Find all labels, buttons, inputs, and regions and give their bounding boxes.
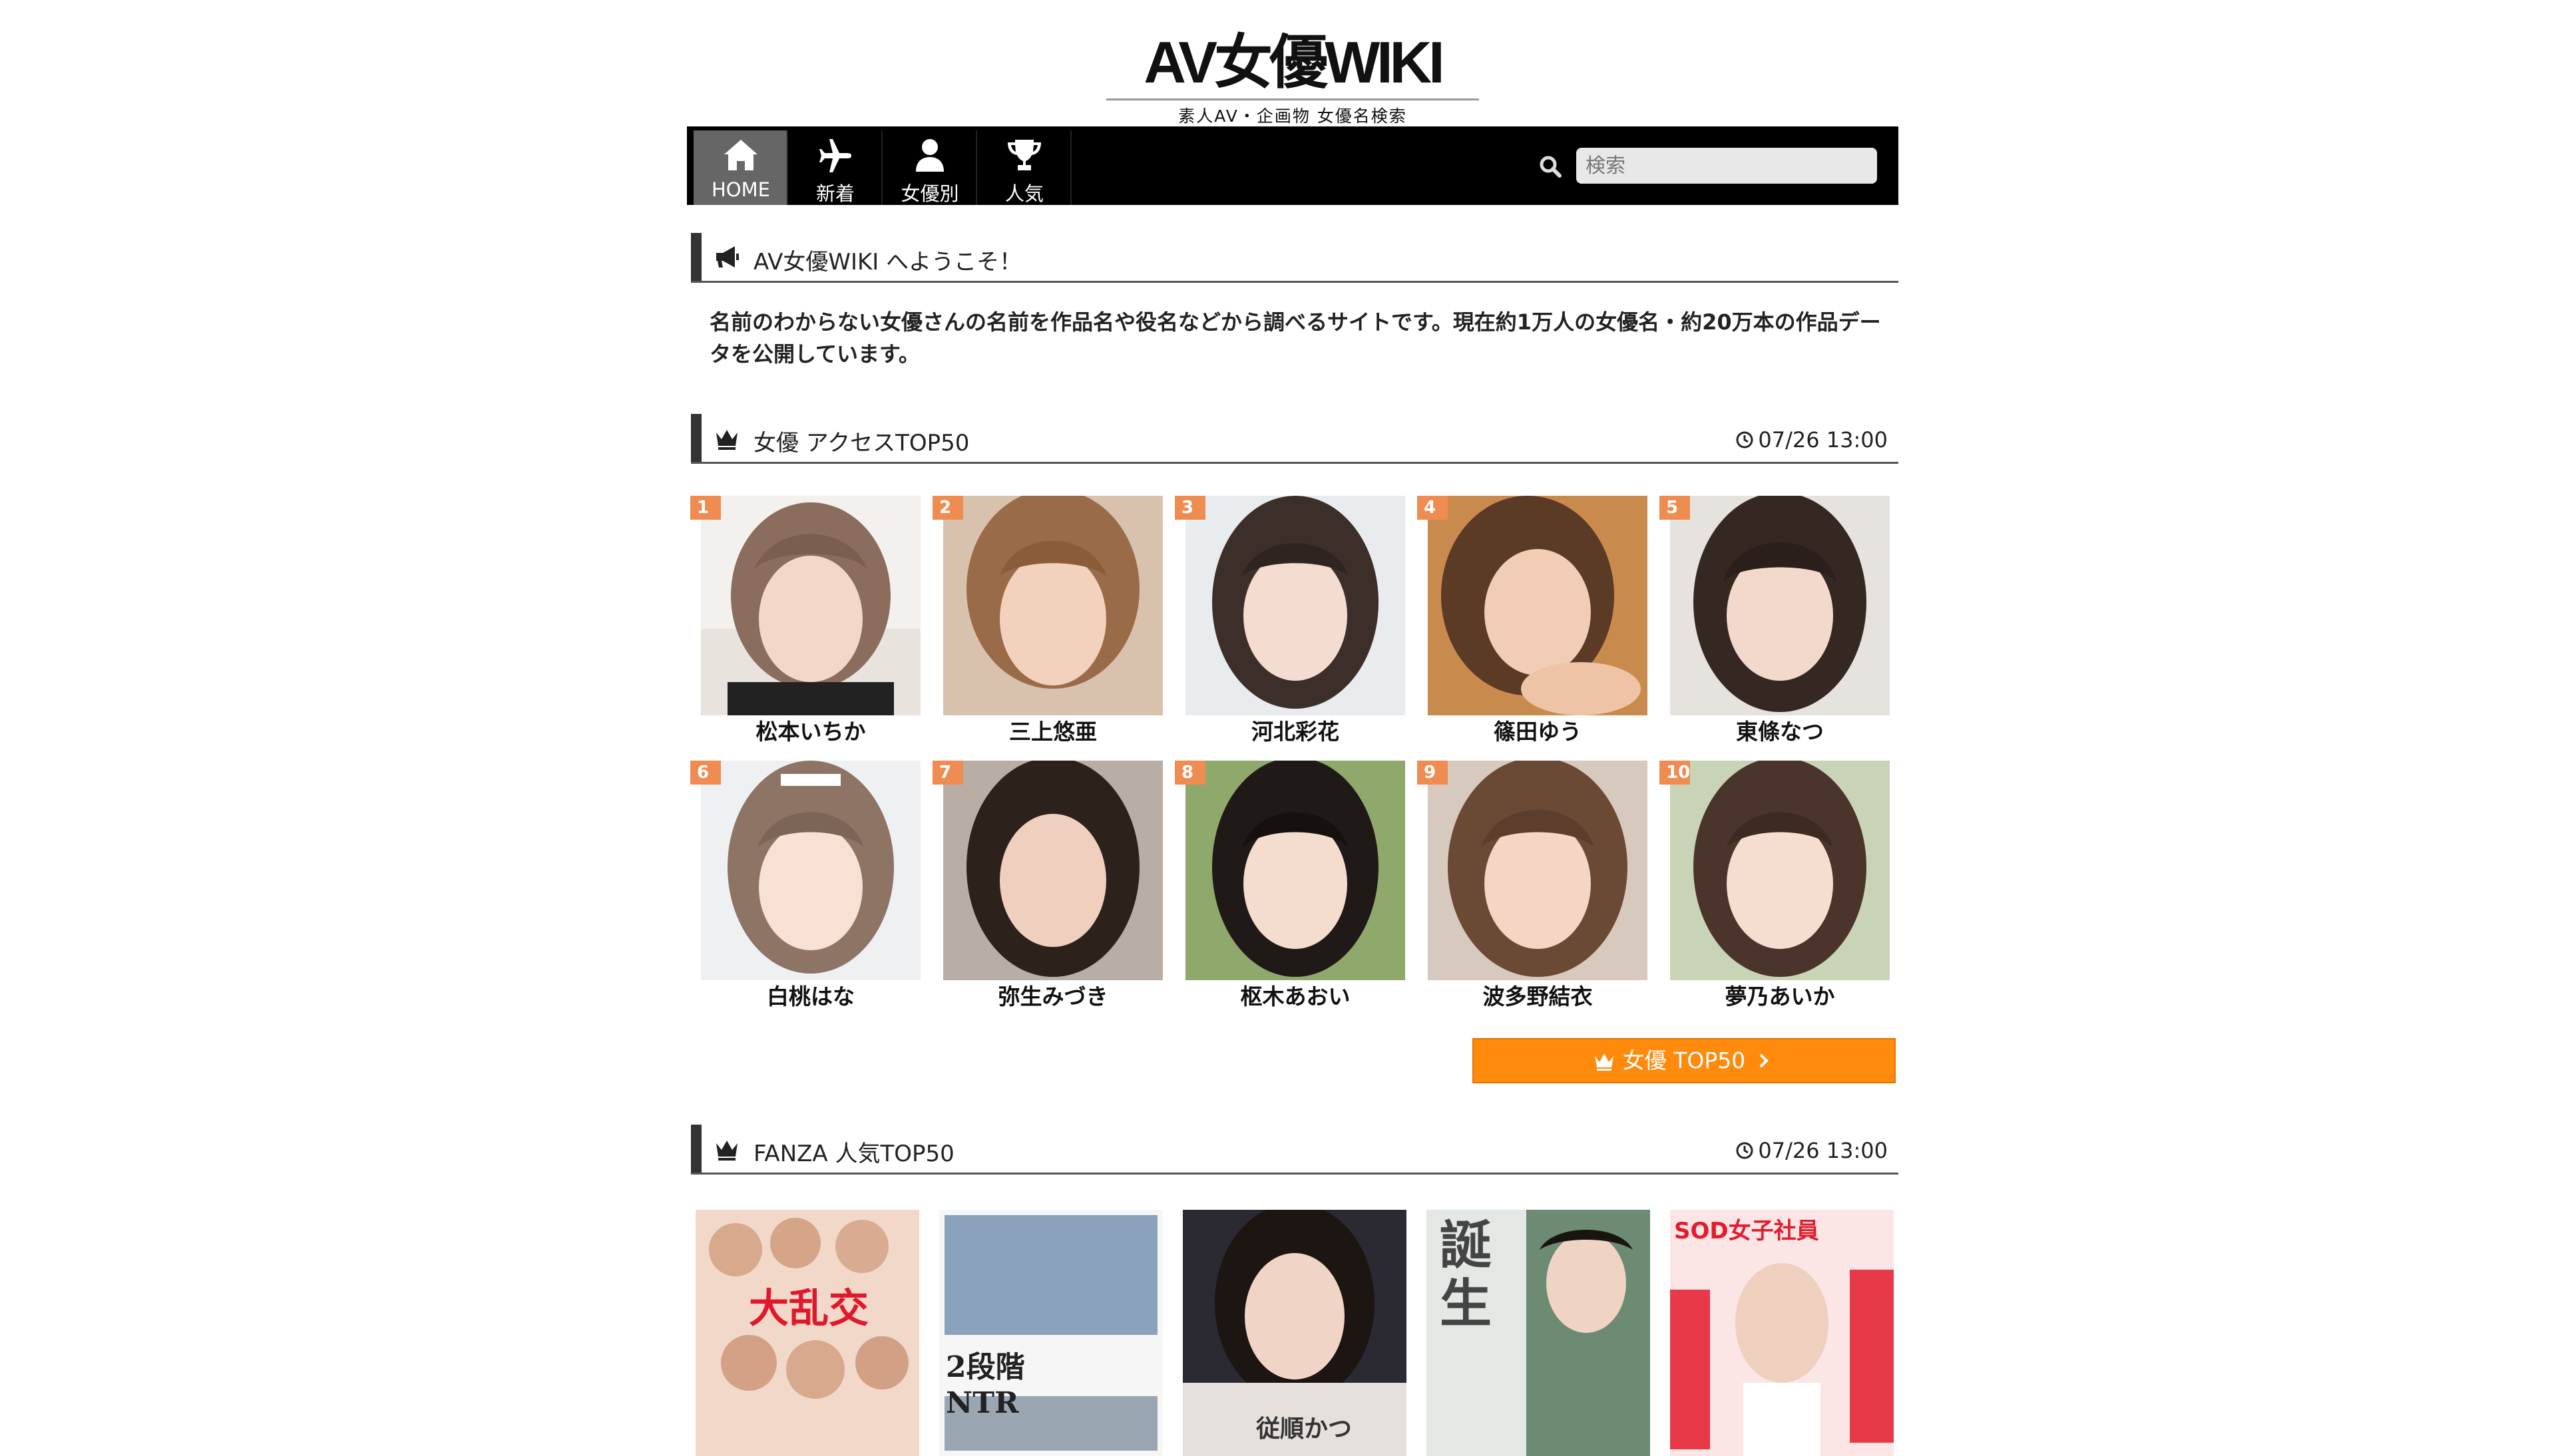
actress-card[interactable]: 6 白桃はな — [690, 761, 922, 1013]
nav-new[interactable]: 新着 — [788, 130, 883, 205]
rank-badge: 6 — [690, 761, 721, 785]
welcome-text: 名前のわからない女優さんの名前を作品名や役名などから調べるサイトです。現在約1万… — [710, 309, 1881, 367]
actress-top50-label: 女優 TOP50 — [1622, 1047, 1746, 1073]
nav-actress-label: 女優別 — [901, 182, 959, 205]
rank-badge: 1 — [690, 496, 721, 520]
logo-subtitle: 素人AV・企画物 女優名検索 — [1178, 106, 1407, 126]
search-icon[interactable] — [1538, 154, 1562, 178]
actress-name[interactable]: 弥生みづき — [943, 980, 1163, 1013]
actress-name[interactable]: 河北彩花 — [1185, 715, 1405, 749]
logo-title: AV女優WIKI — [1144, 29, 1444, 95]
actress-name[interactable]: 夢乃あいか — [1670, 980, 1890, 1013]
rank-badge: 10 — [1659, 761, 1690, 785]
package-title: 従順かつ — [1256, 1415, 1353, 1443]
actress-photo — [701, 761, 921, 980]
nav-popular-label: 人気 — [1004, 182, 1044, 205]
actress-top-title: 女優 アクセスTOP50 — [753, 430, 970, 456]
rank-badge: 5 — [1659, 496, 1690, 520]
home-icon — [724, 140, 757, 170]
site-logo[interactable]: AV女優WIKI 素人AV・企画物 女優名検索 — [1106, 33, 1479, 127]
person-icon — [916, 139, 944, 172]
rank-badge: 4 — [1417, 496, 1448, 520]
actress-name[interactable]: 白桃はな — [701, 980, 921, 1013]
search-input[interactable] — [1576, 148, 1877, 184]
clock-icon — [1736, 1142, 1753, 1159]
package-title: 誕生 — [1440, 1215, 1492, 1334]
welcome-title: AV女優WIKI へようこそ！ — [753, 249, 1022, 275]
crown-icon — [716, 430, 738, 450]
actress-card[interactable]: 1 松本いちか — [690, 496, 922, 749]
chevron-right-icon — [1759, 1053, 1769, 1068]
actress-name[interactable]: 東條なつ — [1670, 715, 1890, 749]
actress-top-heading: 女優 アクセスTOP50 07/26 13:00 — [691, 414, 1898, 464]
actress-name[interactable]: 松本いちか — [701, 715, 921, 749]
nav-actress[interactable]: 女優別 — [883, 130, 977, 205]
actress-photo — [1670, 761, 1890, 980]
package-title: SOD女子社員 — [1674, 1218, 1819, 1244]
actress-photo — [1185, 496, 1405, 715]
nav-popular[interactable]: 人気 — [977, 130, 1072, 205]
actress-name[interactable]: 波多野結衣 — [1428, 980, 1647, 1013]
plane-icon — [819, 139, 851, 172]
megaphone-icon — [716, 246, 739, 268]
actress-top-time: 07/26 13:00 — [1758, 427, 1888, 453]
actress-name[interactable]: 三上悠亜 — [943, 715, 1163, 749]
actress-photo — [701, 496, 921, 715]
package-thumbnail[interactable]: 誕生 — [1426, 1210, 1650, 1456]
package-thumbnail[interactable]: 大乱交 — [696, 1210, 919, 1456]
actress-photo — [943, 496, 1163, 715]
fanza-top-updated: 07/26 13:00 — [1735, 1138, 1888, 1163]
package-thumbnail[interactable]: SOD女子社員 — [1670, 1210, 1894, 1456]
fanza-top-time: 07/26 13:00 — [1758, 1138, 1888, 1163]
actress-top50-button[interactable]: 女優 TOP50 — [1472, 1038, 1896, 1083]
actress-photo — [943, 761, 1163, 980]
actress-card[interactable]: 2 三上悠亜 — [933, 496, 1164, 749]
rank-badge: 2 — [933, 496, 963, 520]
rank-badge: 9 — [1417, 761, 1448, 785]
actress-card[interactable]: 4 篠田ゆう — [1417, 496, 1649, 749]
actress-card[interactable]: 7 弥生みづき — [933, 761, 1164, 1013]
actress-name[interactable]: 篠田ゆう — [1428, 715, 1647, 749]
package-thumbnail[interactable]: 従順かつ — [1183, 1210, 1406, 1456]
nav-home-label: HOME — [712, 178, 770, 201]
actress-card[interactable]: 10 夢乃あいか — [1659, 761, 1891, 1013]
actress-card[interactable]: 9 波多野結衣 — [1417, 761, 1649, 1013]
fanza-top-heading: FANZA 人気TOP50 07/26 13:00 — [691, 1125, 1898, 1175]
nav-new-label: 新着 — [815, 182, 855, 205]
crown-icon — [1595, 1053, 1614, 1071]
package-title: 大乱交 — [749, 1286, 869, 1332]
actress-card[interactable]: 8 枢木あおい — [1175, 761, 1406, 1013]
actress-top-updated: 07/26 13:00 — [1735, 427, 1888, 453]
rank-badge: 3 — [1175, 496, 1205, 520]
package-title: 2段階 NTR — [946, 1350, 1025, 1420]
actress-card[interactable]: 5 東條なつ — [1659, 496, 1891, 749]
crown-icon — [716, 1141, 738, 1161]
rank-badge: 7 — [933, 761, 963, 785]
clock-icon — [1736, 431, 1753, 449]
actress-photo — [1670, 496, 1890, 715]
nav-home[interactable]: HOME — [694, 130, 788, 205]
actress-photo — [1185, 761, 1405, 980]
actress-photo — [1428, 761, 1647, 980]
actress-name[interactable]: 枢木あおい — [1185, 980, 1405, 1013]
trophy-icon — [1008, 140, 1041, 170]
main-nav: HOME 新着 女優別 人気 — [687, 126, 1898, 205]
fanza-top-title: FANZA 人気TOP50 — [753, 1141, 955, 1167]
rank-badge: 8 — [1175, 761, 1205, 785]
actress-card[interactable]: 3 河北彩花 — [1175, 496, 1406, 749]
logo-divider — [1106, 98, 1479, 100]
package-thumbnail[interactable]: 2段階 NTR — [939, 1210, 1163, 1456]
actress-photo — [1428, 496, 1647, 715]
welcome-heading: AV女優WIKI へようこそ！ — [691, 233, 1898, 283]
